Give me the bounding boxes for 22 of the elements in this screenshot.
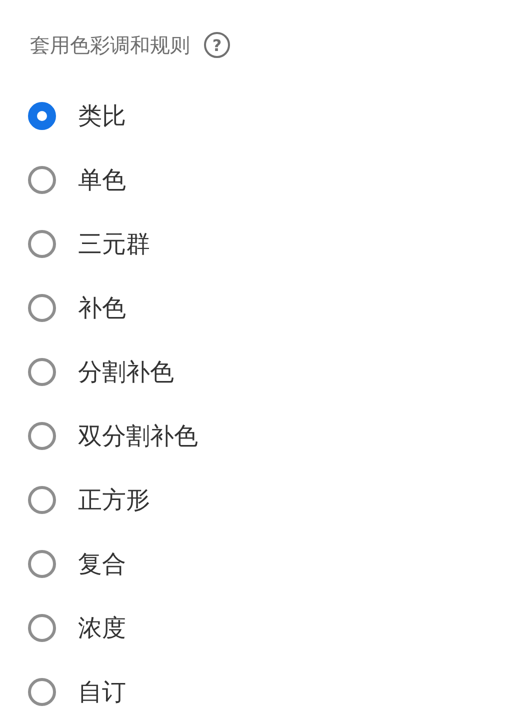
option-label[interactable]: 正方形: [78, 484, 150, 516]
radio-button[interactable]: [28, 230, 56, 258]
radio-button[interactable]: [28, 678, 56, 706]
radio-button[interactable]: [28, 358, 56, 386]
radio-button[interactable]: [28, 166, 56, 194]
radio-button[interactable]: [28, 486, 56, 514]
option-label[interactable]: 双分割补色: [78, 420, 198, 452]
radio-button[interactable]: [28, 294, 56, 322]
radio-button[interactable]: [28, 102, 56, 130]
option-label[interactable]: 补色: [78, 292, 126, 324]
option-label[interactable]: 类比: [78, 100, 126, 132]
option-label[interactable]: 复合: [78, 548, 126, 580]
option-label[interactable]: 三元群: [78, 228, 150, 260]
option-label[interactable]: 自订: [78, 676, 126, 708]
option-label[interactable]: 分割补色: [78, 356, 174, 388]
option-label[interactable]: 单色: [78, 164, 126, 196]
help-icon[interactable]: ?: [204, 32, 230, 58]
option-label[interactable]: 浓度: [78, 612, 126, 644]
radio-button[interactable]: [28, 550, 56, 578]
radio-button[interactable]: [28, 422, 56, 450]
radio-button[interactable]: [28, 614, 56, 642]
section-title: 套用色彩调和规则: [30, 32, 190, 58]
